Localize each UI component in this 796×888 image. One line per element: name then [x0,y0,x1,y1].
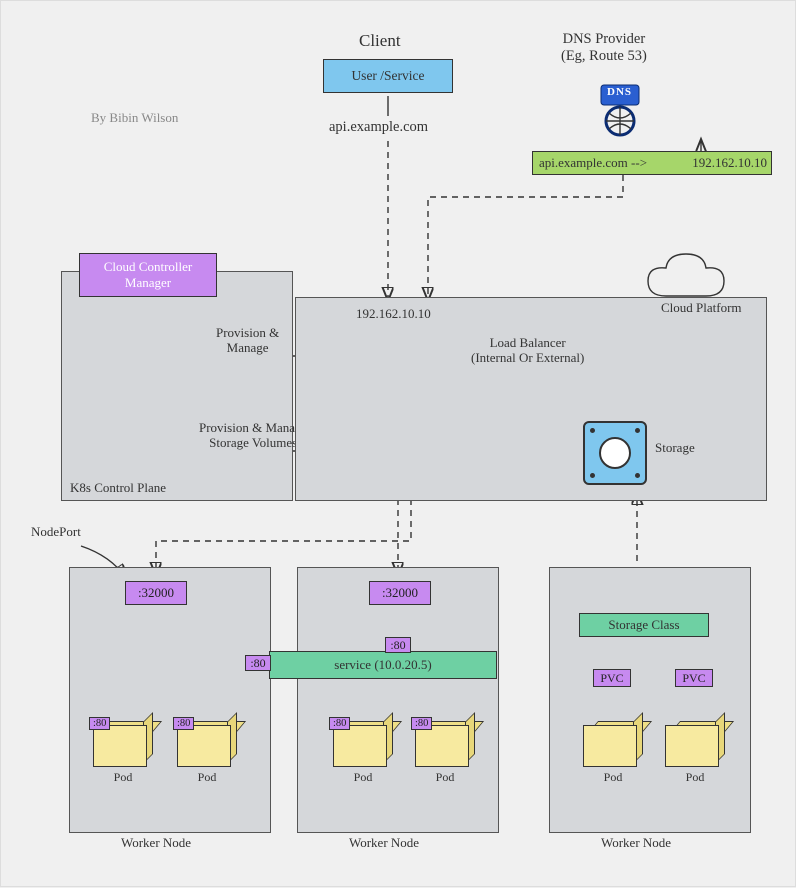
ccm-box: Cloud Controller Manager [79,253,217,297]
pod-6: Pod [665,721,725,785]
pvc-2-label: PVC [682,671,705,686]
pod-3: :80 Pod [333,721,393,785]
pod-4-port: :80 [411,717,432,730]
pod-3-label: Pod [333,771,393,785]
worker-2-label: Worker Node [349,836,419,851]
control-plane-panel: K8s Control Plane [61,271,293,501]
worker-node-2 [297,567,499,833]
nodeport-1-value: :32000 [138,585,174,601]
dns-title: DNS Provider (Eg, Route 53) [561,31,647,64]
pvc-2: PVC [675,669,713,687]
provision-manage-lb: Provision & Manage [216,326,279,356]
pvc-1: PVC [593,669,631,687]
control-plane-label: K8s Control Plane [70,480,166,496]
pod-5: Pod [583,721,643,785]
pod-2: :80 Pod [177,721,237,785]
cloud-icon [648,254,724,296]
storage-class-box: Storage Class [579,613,709,637]
worker-3-label: Worker Node [601,836,671,851]
ccm-label: Cloud Controller Manager [104,259,192,291]
worker-node-1 [69,567,271,833]
pod-1: :80 Pod [93,721,153,785]
credits: By Bibin Wilson [91,111,178,126]
service-port-left-value: :80 [250,656,265,671]
user-service-label: User /Service [351,68,424,84]
cloud-panel [295,297,767,501]
pod-1-port: :80 [89,717,110,730]
dns-record: api.example.com --> [539,155,647,171]
dns-ip: 192.162.10.10 [692,155,771,171]
nodeport-2: :32000 [369,581,431,605]
pod-1-label: Pod [93,771,153,785]
service-box: service (10.0.20.5) [269,651,497,679]
client-title: Client [359,31,401,51]
nodeport-1: :32000 [125,581,187,605]
pod-3-port: :80 [329,717,350,730]
storage-class-label: Storage Class [608,617,679,633]
lb-ip: 192.162.10.10 [356,307,431,322]
provision-manage-storage: Provision & Manage Storage Volumes [199,421,307,451]
pod-2-label: Pod [177,771,237,785]
pod-5-label: Pod [583,771,643,785]
nodeport-2-value: :32000 [382,585,418,601]
dns-badge: DNS [607,86,632,99]
pod-4-label: Pod [415,771,475,785]
dns-record-box: api.example.com --> 192.162.10.10 [532,151,772,175]
diagram-canvas: { "credits": "By Bibin Wilson", "client"… [0,0,796,887]
worker-1-label: Worker Node [121,836,191,851]
cloud-platform-label: Cloud Platform [661,301,742,316]
service-label: service (10.0.20.5) [334,657,431,673]
service-port-top-value: :80 [390,638,405,653]
pod-6-label: Pod [665,771,725,785]
pod-2-port: :80 [173,717,194,730]
service-port-left: :80 [245,655,271,671]
storage-label: Storage [655,441,695,456]
client-domain: api.example.com [329,119,428,136]
pvc-1-label: PVC [600,671,623,686]
service-port-top: :80 [385,637,411,653]
lb-label: Load Balancer (Internal Or External) [471,336,584,366]
storage-device-icon [583,421,647,485]
user-service-box: User /Service [323,59,453,93]
worker-node-3 [549,567,751,833]
nodeport-label: NodePort [31,525,81,540]
pod-4: :80 Pod [415,721,475,785]
